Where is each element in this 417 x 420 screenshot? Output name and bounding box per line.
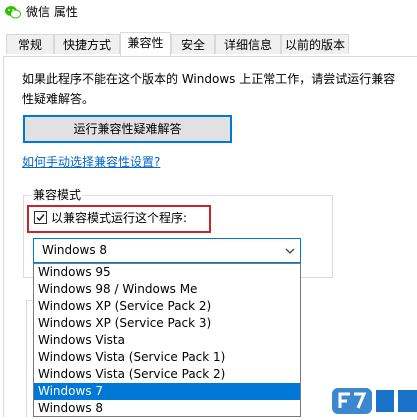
os-option[interactable]: Windows 95: [34, 264, 300, 281]
os-option[interactable]: Windows 98 / Windows Me: [34, 281, 300, 298]
tab-details[interactable]: 详细信息: [215, 34, 281, 54]
os-option-highlighted[interactable]: Windows 7: [34, 383, 300, 400]
os-version-dropdown-list: Windows 95 Windows 98 / Windows Me Windo…: [33, 263, 301, 417]
tab-compatibility[interactable]: 兼容性: [120, 32, 171, 56]
chevron-down-icon: [284, 245, 296, 259]
os-version-selected-value: Windows 8: [42, 243, 108, 257]
watermark-logo: [332, 384, 417, 417]
tab-bar: 常规 快捷方式 兼容性 安全 详细信息 以前的版本: [6, 32, 417, 56]
run-troubleshooter-button[interactable]: 运行兼容性疑难解答: [23, 115, 232, 143]
compatibility-description: 如果此程序不能在这个版本的 Windows 上正常工作，请尝试运行兼容性疑难解答…: [22, 72, 396, 106]
tab-security[interactable]: 安全: [171, 34, 215, 54]
os-version-select[interactable]: Windows 8: [33, 238, 301, 263]
os-option[interactable]: Windows 8: [34, 400, 300, 416]
os-option[interactable]: Windows XP (Service Pack 2): [34, 298, 300, 315]
os-option[interactable]: Windows XP (Service Pack 3): [34, 315, 300, 332]
manual-compat-settings-link[interactable]: 如何手动选择兼容性设置?: [22, 153, 160, 170]
os-option[interactable]: Windows Vista: [34, 332, 300, 349]
os-option[interactable]: Windows Vista (Service Pack 1): [34, 349, 300, 366]
os-option[interactable]: Windows Vista (Service Pack 2): [34, 366, 300, 383]
tab-previous-versions[interactable]: 以前的版本: [281, 34, 349, 54]
title-bar: 微信 属性: [0, 0, 417, 30]
settings-group-border: [26, 300, 32, 417]
tab-general[interactable]: 常规: [6, 34, 54, 54]
wechat-icon: [4, 3, 22, 21]
compat-mode-group-label: 兼容模式: [31, 186, 84, 203]
compat-mode-checkbox-label[interactable]: 以兼容模式运行这个程序:: [51, 209, 187, 226]
tab-shortcut[interactable]: 快捷方式: [54, 34, 120, 54]
window-title: 微信 属性: [26, 5, 78, 19]
compat-mode-checkbox[interactable]: [34, 211, 47, 224]
checkmark-icon: [36, 214, 45, 222]
